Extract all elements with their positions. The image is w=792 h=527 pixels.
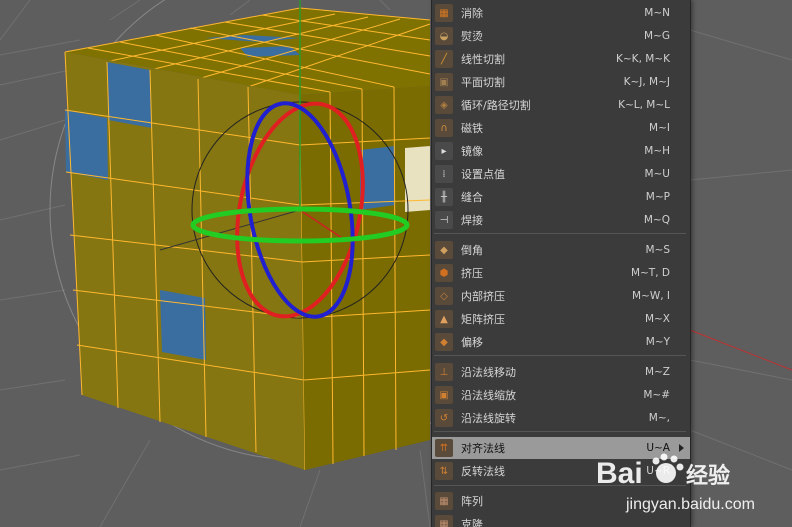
bevel-icon: ◆: [435, 241, 453, 259]
menu-separator: [434, 355, 686, 356]
menu-item-shortcut: M~#: [643, 389, 670, 401]
baidu-jingyan-watermark: Bai 经验 jingyan.baidu.com: [596, 453, 755, 513]
menu-item-label: 偏移: [461, 336, 483, 349]
menu-item-label: 焊接: [461, 214, 483, 227]
menu-item-plane-cut[interactable]: ▣ 平面切割 K~J, M~J: [432, 71, 690, 93]
menu-item-offset[interactable]: ◆ 偏移 M~Y: [432, 331, 690, 353]
align-normals-icon: ⇈: [435, 439, 453, 457]
menu-item-bevel[interactable]: ◆ 倒角 M~S: [432, 239, 690, 261]
menu-item-label: 对齐法线: [461, 442, 505, 455]
extrude-icon: ⬢: [435, 264, 453, 282]
menu-item-label: 沿法线旋转: [461, 412, 516, 425]
menu-item-shortcut: M~Q: [643, 214, 670, 226]
menu-item-label: 磁铁: [461, 122, 483, 135]
weld-icon: ⊣: [435, 211, 453, 229]
menu-item-normal-scale[interactable]: ▣ 沿法线缩放 M~#: [432, 384, 690, 406]
menu-item-label: 线性切割: [461, 53, 505, 66]
mirror-icon: ▸: [435, 142, 453, 160]
menu-item-label: 内部挤压: [461, 290, 505, 303]
menu-item-label: 消除: [461, 7, 483, 20]
menu-item-label: 倒角: [461, 244, 483, 257]
menu-item-label: 克隆: [461, 518, 483, 527]
menu-item-label: 阵列: [461, 495, 483, 508]
dissolve-icon: ▦: [435, 4, 453, 22]
cube-right-face[interactable]: [299, 86, 431, 470]
menu-item-label: 缝合: [461, 191, 483, 204]
menu-item-shortcut: M~W, I: [631, 290, 670, 302]
normal-move-icon: ⊥: [435, 363, 453, 381]
menu-item-label: 设置点值: [461, 168, 505, 181]
menu-item-shortcut: M~S: [645, 244, 670, 256]
menu-item-shortcut: M~Z: [644, 366, 670, 378]
watermark-url: jingyan.baidu.com: [625, 496, 755, 513]
menu-item-normal-move[interactable]: ⊥ 沿法线移动 M~Z: [432, 361, 690, 383]
menu-item-weld[interactable]: ⊣ 焊接 M~Q: [432, 209, 690, 231]
menu-item-extrude-inner[interactable]: ◇ 内部挤压 M~W, I: [432, 285, 690, 307]
menu-item-shortcut: M~H: [644, 145, 670, 157]
menu-item-label: 循环/路径切割: [461, 99, 531, 112]
menu-item-shortcut: M~P: [645, 191, 670, 203]
menu-item-label: 反转法线: [461, 465, 505, 478]
menu-item-knife-line[interactable]: ╱ 线性切割 K~K, M~K: [432, 48, 690, 70]
menu-item-iron[interactable]: ◒ 熨烫 M~G: [432, 25, 690, 47]
menu-item-magnet[interactable]: ∩ 磁铁 M~I: [432, 117, 690, 139]
watermark-suffix: 经验: [686, 463, 730, 489]
menu-item-label: 熨烫: [461, 30, 483, 43]
matrix-extrude-icon: ▲: [435, 310, 453, 328]
magnet-icon: ∩: [435, 119, 453, 137]
menu-item-matrix-extrude[interactable]: ▲ 矩阵挤压 M~X: [432, 308, 690, 330]
menu-item-extrude[interactable]: ⬢ 挤压 M~T, D: [432, 262, 690, 284]
menu-item-shortcut: M~G: [644, 30, 670, 42]
menu-separator: [434, 233, 686, 234]
array-icon: ▦: [435, 492, 453, 510]
menu-item-normal-rotate[interactable]: ↺ 沿法线旋转 M~,: [432, 407, 690, 429]
normal-scale-icon: ▣: [435, 386, 453, 404]
menu-item-set-point[interactable]: ⁞ 设置点值 M~U: [432, 163, 690, 185]
extrude-inner-icon: ◇: [435, 287, 453, 305]
menu-item-shortcut: M~X: [644, 313, 670, 325]
menu-item-shortcut: M~U: [644, 168, 670, 180]
menu-separator: [434, 431, 686, 432]
menu-item-stitch[interactable]: ╫ 缝合 M~P: [432, 186, 690, 208]
menu-item-label: 平面切割: [461, 76, 505, 89]
loop-cut-icon: ◈: [435, 96, 453, 114]
offset-icon: ◆: [435, 333, 453, 351]
iron-icon: ◒: [435, 27, 453, 45]
menu-item-label: 矩阵挤压: [461, 313, 505, 326]
menu-item-shortcut: K~J, M~J: [623, 76, 670, 88]
menu-item-label: 挤压: [461, 267, 483, 280]
menu-item-dissolve[interactable]: ▦ 消除 M~N: [432, 2, 690, 24]
menu-item-shortcut: M~N: [644, 7, 670, 19]
menu-item-shortcut: M~I: [649, 122, 670, 134]
menu-item-loop-cut[interactable]: ◈ 循环/路径切割 K~L, M~L: [432, 94, 690, 116]
paw-icon: [652, 453, 684, 483]
menu-item-mirror[interactable]: ▸ 镜像 M~H: [432, 140, 690, 162]
set-point-icon: ⁞: [435, 165, 453, 183]
menu-item-label: 镜像: [461, 145, 483, 158]
watermark-brand: Bai: [596, 457, 643, 490]
menu-item-shortcut: M~T, D: [630, 267, 670, 279]
mesh-context-menu: ▦ 消除 M~N ◒ 熨烫 M~G ╱ 线性切割 K~K, M~K ▣ 平面切割 K~J, M~J ◈ 循…: [431, 0, 691, 527]
stitch-icon: ╫: [435, 188, 453, 206]
knife-line-icon: ╱: [435, 50, 453, 68]
menu-item-shortcut: M~,: [648, 412, 670, 424]
menu-item-shortcut: K~K, M~K: [616, 53, 670, 65]
reverse-normals-icon: ⇅: [435, 462, 453, 480]
plane-cut-icon: ▣: [435, 73, 453, 91]
clone-icon: ▦: [435, 515, 453, 527]
normal-rotate-icon: ↺: [435, 409, 453, 427]
menu-item-shortcut: M~Y: [645, 336, 670, 348]
menu-item-label: 沿法线缩放: [461, 389, 516, 402]
menu-item-shortcut: K~L, M~L: [618, 99, 670, 111]
menu-item-label: 沿法线移动: [461, 366, 516, 379]
